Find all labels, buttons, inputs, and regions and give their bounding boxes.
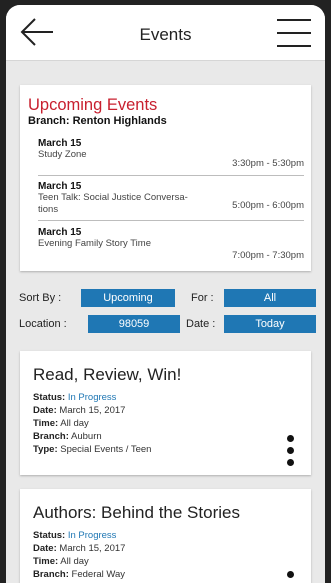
event-status: Status: In Progress (33, 392, 117, 403)
event-date: Date: March 15, 2017 (33, 543, 126, 554)
device-frame: Events Upcoming Events Branch: Renton Hi… (0, 0, 331, 583)
upcoming-event-item[interactable]: March 15 Teen Talk: Social Justice Conve… (38, 181, 304, 221)
upcoming-events-title: Upcoming Events (28, 96, 158, 114)
event-date: Date: March 15, 2017 (33, 405, 126, 416)
event-time: 7:00pm - 7:30pm (232, 250, 304, 261)
hamburger-menu-icon[interactable] (277, 19, 311, 47)
sort-for-row: Sort By : Upcoming For : All (6, 289, 325, 309)
date-label: Date : (186, 318, 216, 330)
event-date: March 15 (38, 227, 82, 238)
divider (38, 220, 304, 221)
screen: Events Upcoming Events Branch: Renton Hi… (6, 5, 325, 583)
upcoming-event-item[interactable]: March 15 Evening Family Story Time 7:00p… (38, 227, 304, 263)
event-status: Status: In Progress (33, 530, 117, 541)
status-value: In Progress (67, 530, 117, 541)
event-date: March 15 (38, 138, 82, 149)
sort-by-label: Sort By : (19, 292, 62, 304)
event-time: Time: All day (33, 556, 89, 567)
location-input[interactable]: 98059 (88, 315, 180, 333)
event-date: March 15 (38, 181, 82, 192)
upcoming-event-item[interactable]: March 15 Study Zone 3:30pm - 5:30pm (38, 138, 304, 172)
sort-by-select[interactable]: Upcoming (81, 289, 175, 307)
location-date-row: Location : 98059 Date : Today (6, 315, 325, 335)
event-time: Time: All day (33, 418, 89, 429)
upcoming-events-card: Upcoming Events Branch: Renton Highlands… (20, 85, 311, 271)
status-value: In Progress (67, 392, 117, 403)
more-options-icon[interactable] (287, 571, 295, 583)
upcoming-branch: Branch: Renton Highlands (28, 115, 167, 127)
event-card[interactable]: Authors: Behind the Stories Status: In P… (20, 489, 311, 583)
event-type: Type: Special Events / Teen (33, 444, 152, 455)
event-time: 3:30pm - 5:30pm (232, 158, 304, 169)
event-time: 5:00pm - 6:00pm (232, 200, 304, 211)
event-title: Read, Review, Win! (33, 365, 182, 384)
app-header: Events (6, 5, 325, 61)
for-select[interactable]: All (224, 289, 316, 307)
for-label: For : (191, 292, 214, 304)
location-label: Location : (19, 318, 67, 330)
event-card[interactable]: Read, Review, Win! Status: In Progress D… (20, 351, 311, 475)
more-options-icon[interactable] (287, 435, 295, 471)
event-branch: Branch: Auburn (33, 431, 102, 442)
divider (38, 175, 304, 176)
date-select[interactable]: Today (224, 315, 316, 333)
event-name: Evening Family Story Time (38, 238, 151, 249)
event-title: Authors: Behind the Stories (33, 503, 240, 522)
event-branch: Branch: Federal Way (33, 569, 126, 580)
